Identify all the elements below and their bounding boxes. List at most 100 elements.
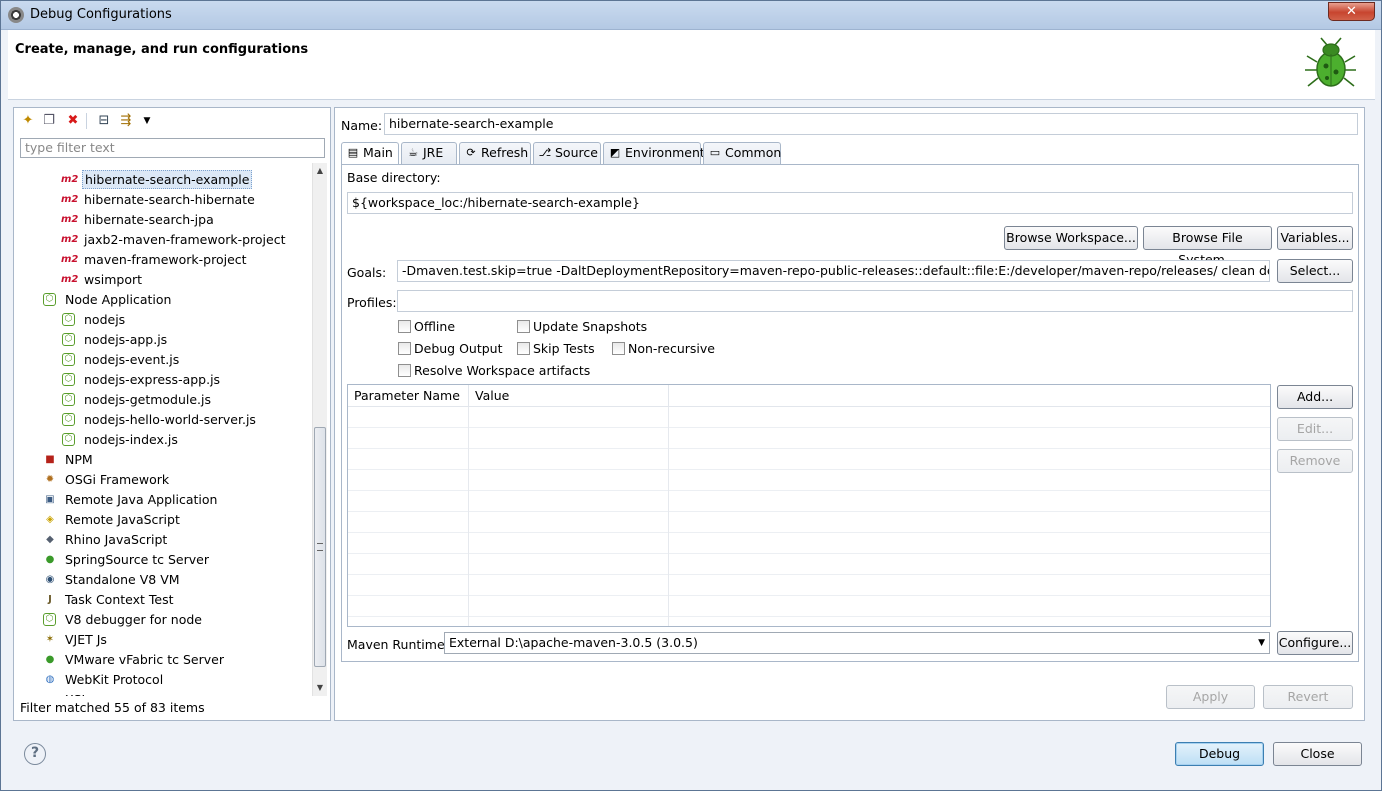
table-row — [348, 596, 1270, 617]
edit-parameter-button[interactable]: Edit... — [1277, 417, 1353, 441]
tree-item-label: nodejs — [84, 312, 126, 327]
tree-item-label: maven-framework-project — [84, 252, 247, 267]
tree-item-label: nodejs-index.js — [84, 432, 178, 447]
webkit-icon: ◍ — [45, 674, 55, 685]
variables-button[interactable]: Variables... — [1277, 226, 1353, 250]
node-icon: ⬡ — [62, 373, 75, 386]
goals-field[interactable]: -Dmaven.test.skip=true -DaltDeploymentRe… — [397, 260, 1270, 282]
tree-item-label: wsimport — [84, 272, 143, 287]
tab-label: Common — [725, 145, 782, 160]
rhino-icon: ◆ — [46, 534, 54, 545]
osgi-icon: ✹ — [45, 474, 55, 485]
scroll-up-icon[interactable]: ▲ — [313, 163, 327, 179]
goals-label: Goals: — [347, 265, 387, 280]
m2-icon: m2 — [61, 214, 79, 225]
source-icon: ⎇ — [538, 146, 552, 159]
base-directory-field[interactable]: ${workspace_loc:/hibernate-search-exampl… — [347, 192, 1353, 214]
toolbar-separator — [86, 113, 87, 129]
maven-runtime-select[interactable]: External D:\apache-maven-3.0.5 (3.0.5) ▼ — [444, 632, 1270, 654]
table-row — [348, 575, 1270, 596]
tree-item-label: jaxb2-maven-framework-project — [84, 232, 286, 247]
node-icon: ⬡ — [43, 293, 56, 306]
vjet-icon: ✶ — [45, 634, 55, 645]
goals-select-button[interactable]: Select... — [1277, 259, 1353, 283]
collapse-all-icon[interactable]: ⊟ — [96, 113, 112, 129]
table-row — [348, 491, 1270, 512]
apply-button[interactable]: Apply — [1166, 685, 1255, 709]
table-row — [348, 428, 1270, 449]
tree-toolbar: ✦ ❐ ✖ ⊟ ⇶ ▼ — [14, 108, 330, 134]
browse-workspace-button[interactable]: Browse Workspace... — [1004, 226, 1138, 250]
window-close-button[interactable]: ✕ — [1328, 2, 1375, 21]
tab-jre[interactable]: ☕ JRE — [401, 142, 457, 164]
tab-source[interactable]: ⎇ Source — [533, 142, 601, 164]
tab-label: Environment — [625, 145, 705, 160]
m2-icon: m2 — [61, 274, 79, 285]
table-row — [348, 407, 1270, 428]
configure-runtime-button[interactable]: Configure... — [1277, 631, 1353, 655]
title-bar: Debug Configurations ✕ — [1, 1, 1381, 30]
column-value[interactable]: Value — [469, 385, 669, 407]
filter-input[interactable]: type filter text — [20, 138, 325, 158]
maven-runtime-label: Maven Runtime: — [347, 637, 449, 652]
node-icon: ⬡ — [62, 353, 75, 366]
tree-item-label: nodejs-express-app.js — [84, 372, 221, 387]
main-tab-panel: Base directory: ${workspace_loc:/hiberna… — [341, 164, 1359, 662]
profiles-field[interactable] — [397, 290, 1353, 312]
tab-label: Main — [363, 145, 393, 160]
filter-config-icon[interactable]: ⇶ — [118, 113, 134, 129]
view-menu-chevron-icon[interactable]: ▼ — [139, 113, 155, 129]
tree-item-label: WebKit Protocol — [65, 672, 164, 687]
close-button[interactable]: Close — [1273, 742, 1362, 766]
revert-button[interactable]: Revert — [1263, 685, 1353, 709]
tree-item-label: NPM — [65, 452, 93, 467]
delete-icon[interactable]: ✖ — [65, 113, 81, 129]
dropdown-arrow-icon: ▼ — [1258, 638, 1265, 648]
scroll-thumb[interactable] — [314, 427, 326, 667]
jre-icon: ☕ — [408, 146, 418, 159]
tab-environment[interactable]: ◩ Environment — [603, 142, 705, 164]
duplicate-icon[interactable]: ❐ — [41, 113, 57, 129]
tree-item-label: Remote JavaScript — [65, 512, 180, 527]
tree-item-label: Task Context Test — [65, 592, 174, 607]
add-parameter-button[interactable]: Add... — [1277, 385, 1353, 409]
config-tabs: ▤ Main ☕ JRE ⟳ Refresh ⎇ Source ◩ Environment ▭ Com… — [341, 142, 1360, 165]
column-parameter-name[interactable]: Parameter Name — [348, 385, 469, 407]
tree-item-label: Standalone V8 VM — [65, 572, 180, 587]
scroll-down-icon[interactable]: ▼ — [313, 680, 327, 696]
node-icon: ⬡ — [62, 433, 75, 446]
node-icon: ⬡ — [62, 413, 75, 426]
tree-item-label: hibernate-search-jpa — [84, 212, 214, 227]
tab-main[interactable]: ▤ Main — [341, 142, 399, 165]
tab-label: JRE — [423, 145, 444, 160]
refresh-icon: ⟳ — [466, 146, 476, 159]
remote-js-icon: ◈ — [46, 514, 54, 525]
launch-config-tree-panel: ✦ ❐ ✖ ⊟ ⇶ ▼ type filter text m2 hibernate… — [13, 107, 331, 721]
table-row — [348, 512, 1270, 533]
v8-icon: ◉ — [45, 574, 55, 585]
main-icon: ▤ — [347, 146, 359, 159]
maven-runtime-value: External D:\apache-maven-3.0.5 (3.0.5) — [449, 635, 698, 650]
filter-status: Filter matched 55 of 83 items — [20, 700, 205, 715]
browse-file-system-button[interactable]: Browse File System... — [1143, 226, 1272, 267]
tree-item-label: nodejs-event.js — [84, 352, 180, 367]
remove-parameter-button[interactable]: Remove — [1277, 449, 1353, 473]
help-icon[interactable]: ? — [24, 743, 46, 765]
tab-label: Source — [555, 145, 598, 160]
common-icon: ▭ — [709, 146, 721, 159]
debug-button[interactable]: Debug — [1175, 742, 1264, 766]
tab-refresh[interactable]: ⟳ Refresh — [459, 142, 531, 164]
tab-common[interactable]: ▭ Common — [703, 142, 781, 164]
config-tree: m2 hibernate-search-example m2 hibernate-se… — [14, 163, 313, 696]
table-row — [348, 449, 1270, 470]
bug-icon — [1305, 37, 1356, 87]
tree-item-label: VMware vFabric tc Server — [65, 652, 224, 667]
name-field[interactable]: hibernate-search-example — [384, 113, 1358, 135]
node-icon: ⬡ — [62, 393, 75, 406]
m2-icon: m2 — [61, 194, 79, 205]
tree-vertical-scrollbar[interactable]: ▲ ▼ — [312, 163, 327, 696]
parameters-table-header: Parameter Name Value — [348, 385, 1270, 407]
tree-item-label: V8 debugger for node — [65, 612, 202, 627]
new-config-icon[interactable]: ✦ — [20, 113, 36, 129]
parameters-table[interactable]: Parameter Name Value — [347, 384, 1271, 627]
